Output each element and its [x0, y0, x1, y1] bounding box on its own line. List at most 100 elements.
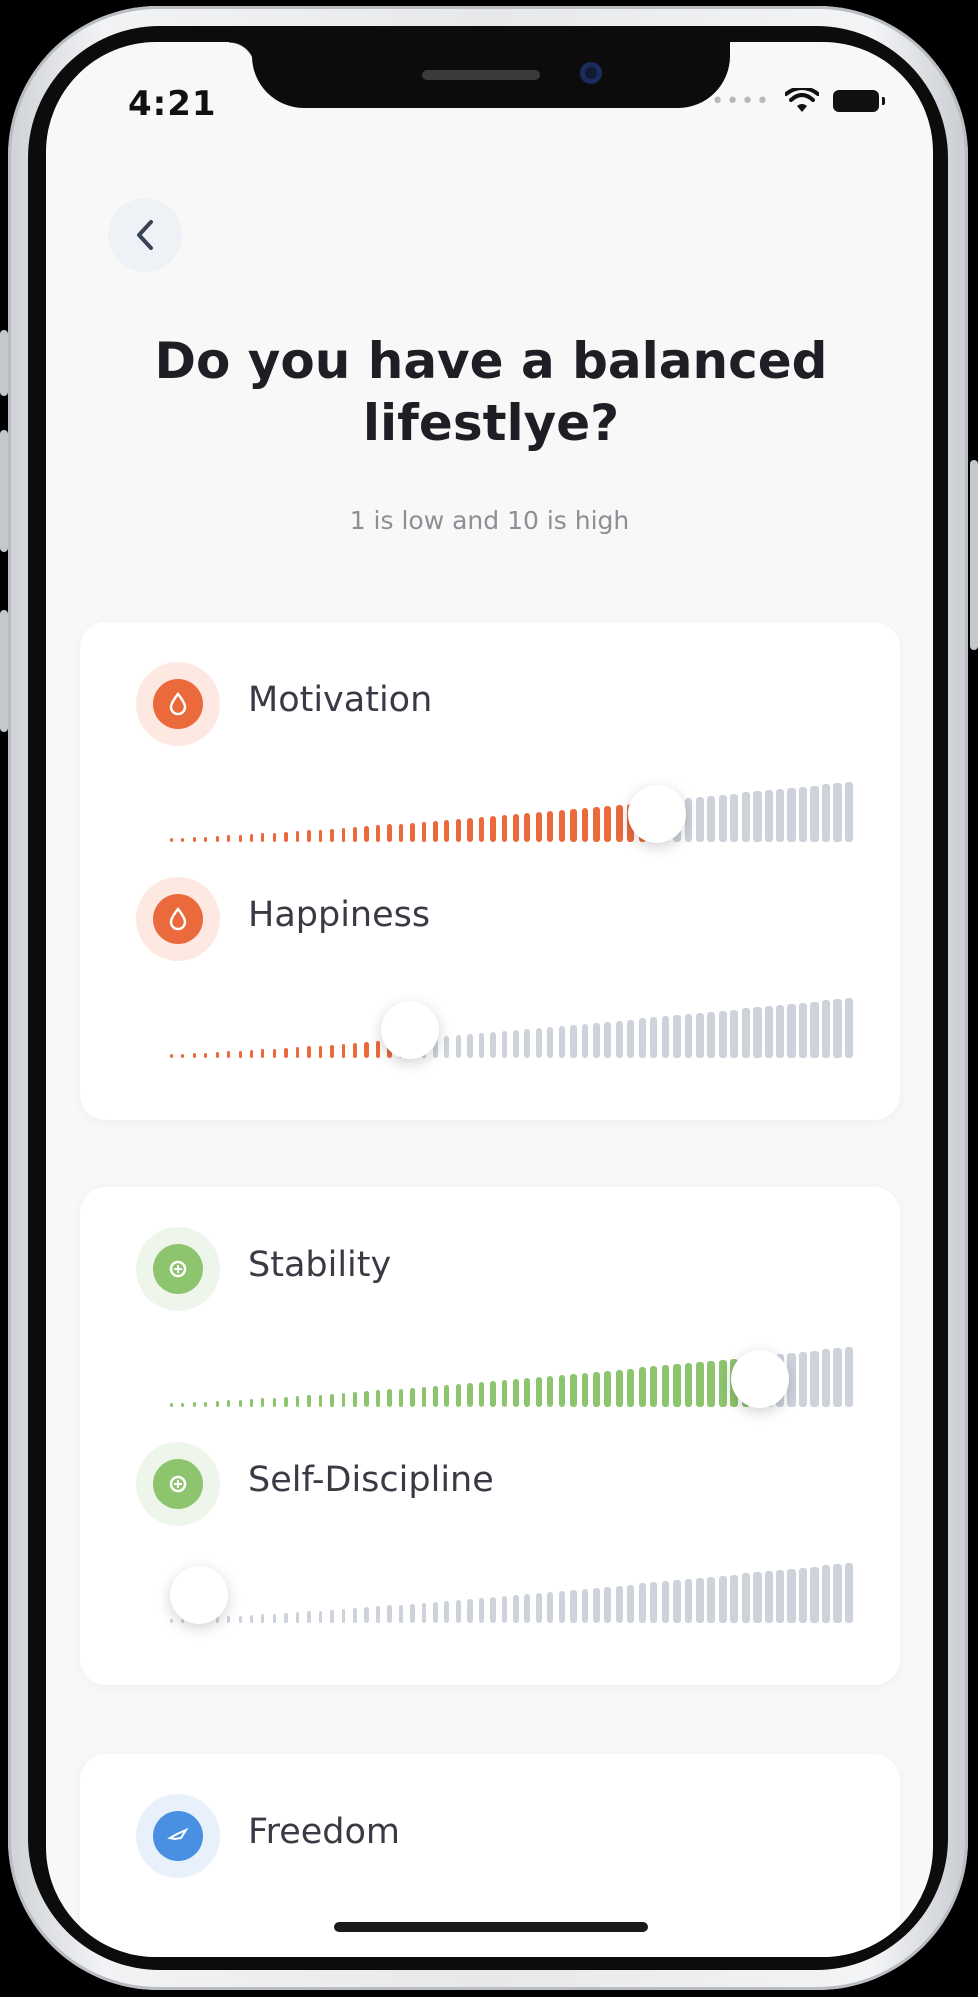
slider-bar	[227, 835, 231, 842]
slider-bar	[238, 834, 242, 842]
slider-bar	[513, 1594, 519, 1623]
slider-bar	[513, 1029, 519, 1058]
slider-bar	[398, 1604, 404, 1623]
slider-bar	[364, 1042, 369, 1058]
slider-bar	[352, 1392, 357, 1407]
slider-bar	[730, 1009, 739, 1058]
slider-bar	[650, 1366, 658, 1407]
slider-bar	[821, 1349, 831, 1407]
slider-bar	[421, 1602, 427, 1623]
slider-bar	[833, 783, 842, 842]
slider-bar	[272, 1613, 277, 1623]
slider-bar	[227, 1616, 231, 1623]
leaf-icon	[153, 1244, 203, 1294]
slider-bar	[170, 1403, 173, 1407]
slider-bar	[181, 1402, 185, 1407]
slider-bar	[455, 1599, 461, 1623]
slider-bar	[570, 1373, 577, 1407]
slider-bar	[513, 813, 519, 842]
slider-bar	[341, 1392, 346, 1407]
slider-bar	[352, 827, 357, 842]
slider-bar	[547, 810, 554, 842]
slider-bar	[615, 1369, 623, 1407]
slider-bar	[798, 1351, 808, 1407]
slider-bar	[524, 1593, 531, 1623]
slider-bar	[444, 1384, 450, 1407]
slider-bar	[798, 1002, 808, 1058]
slider-bar	[261, 1049, 265, 1058]
slider-bar	[387, 1605, 392, 1623]
slider-bar	[490, 815, 496, 842]
phone-mute-switch	[0, 330, 8, 396]
slider-thumb[interactable]	[381, 1001, 440, 1059]
slider-thumb[interactable]	[628, 785, 687, 843]
slider-bar	[638, 1583, 646, 1623]
slider-bar	[524, 1377, 531, 1407]
slider-bar	[375, 1041, 381, 1058]
camera	[580, 62, 602, 84]
slider-bar	[272, 1397, 277, 1407]
slider-bar	[478, 1381, 485, 1407]
slider-bar	[810, 785, 819, 842]
slider-bar	[695, 1361, 704, 1407]
notch	[252, 42, 730, 108]
back-button[interactable]	[108, 198, 182, 272]
self-discipline-label: Self-Discipline	[248, 1460, 494, 1500]
self-discipline-slider[interactable]	[170, 1563, 856, 1624]
slider-bar	[753, 1007, 762, 1058]
motivation-icon-wrap	[136, 662, 220, 746]
stability-slider[interactable]	[170, 1347, 856, 1408]
slider-bar	[444, 1035, 450, 1058]
slider-bar	[227, 1400, 231, 1407]
slider-bar	[821, 1000, 831, 1058]
slider-bar	[490, 1380, 496, 1407]
slider-bar	[170, 1619, 173, 1623]
slider-bar	[330, 1044, 334, 1058]
bird-icon	[153, 1811, 203, 1861]
card-energy: Motivation Happiness	[80, 622, 900, 1120]
slider-bar	[650, 1582, 658, 1623]
slider-bar	[810, 1566, 819, 1623]
slider-bar	[798, 786, 808, 842]
slider-bar	[673, 1364, 681, 1407]
slider-bar	[593, 806, 600, 842]
slider-thumb[interactable]	[170, 1566, 228, 1624]
slider-bar	[581, 1372, 589, 1407]
slider-bar	[547, 1026, 554, 1058]
slider-bar	[330, 1393, 334, 1407]
slider-bar	[330, 1609, 334, 1623]
happiness-slider[interactable]	[170, 998, 856, 1059]
slider-thumb[interactable]	[730, 1350, 789, 1408]
slider-bar	[627, 1368, 635, 1407]
slider-bar	[478, 816, 485, 842]
slider-bar	[684, 1363, 693, 1407]
slider-bar	[192, 1402, 196, 1407]
slider-bar	[501, 814, 508, 842]
chevron-left-icon	[137, 220, 153, 250]
slider-bar	[204, 836, 208, 842]
motivation-slider[interactable]	[170, 782, 856, 843]
slider-bar	[421, 821, 427, 842]
battery-icon	[833, 90, 885, 112]
slider-bar	[467, 1382, 473, 1407]
slider-bar	[775, 1570, 785, 1623]
status-time: 4:21	[128, 84, 217, 124]
slider-bar	[318, 1610, 323, 1623]
stability-label: Stability	[248, 1245, 392, 1285]
slider-bar	[673, 1015, 681, 1058]
slider-bar	[558, 809, 565, 842]
slider-bar	[295, 831, 300, 842]
slider-bar	[490, 1031, 496, 1058]
slider-bar	[215, 836, 219, 842]
slider-bar	[581, 1023, 589, 1058]
drop-icon	[153, 679, 203, 729]
slider-bar	[432, 820, 438, 842]
slider-bar	[547, 1375, 554, 1407]
status-icons: ••••	[711, 88, 885, 114]
slider-bar	[250, 1399, 254, 1407]
freedom-icon-wrap	[136, 1794, 220, 1878]
slider-bar	[238, 1399, 242, 1407]
slider-bar	[307, 830, 311, 842]
slider-bar	[215, 1052, 219, 1058]
slider-bar	[787, 1568, 796, 1623]
